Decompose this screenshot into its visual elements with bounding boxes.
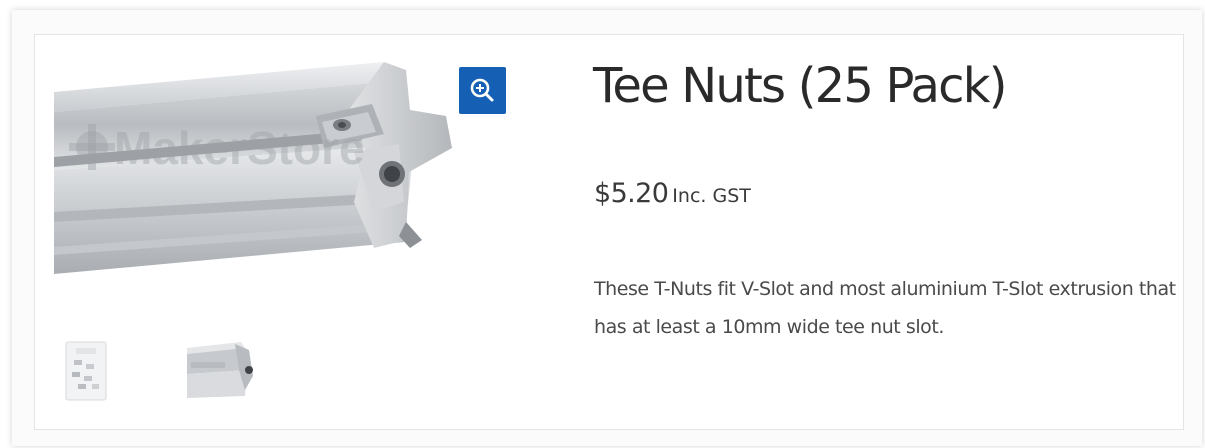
product-main-image[interactable]: MakerStore [54, 52, 509, 287]
tee-nuts-bag-image [65, 341, 107, 401]
thumbnail-tee-nuts-pack[interactable] [64, 340, 108, 402]
zoom-button[interactable] [459, 67, 506, 114]
price-amount: $5.20 [594, 178, 669, 209]
price-tax-suffix: Inc. GST [672, 185, 751, 207]
product-title: Tee Nuts (25 Pack) [593, 58, 1007, 114]
zoom-in-icon [470, 78, 494, 102]
watermark-text: MakerStore [114, 122, 365, 174]
thumbnail-extrusion[interactable] [187, 340, 255, 402]
product-short-description: These T-Nuts fit V-Slot and most alumini… [594, 278, 1176, 338]
extrusion-illustration: MakerStore [54, 62, 452, 274]
product-price: $5.20 Inc. GST [594, 178, 751, 209]
extrusion-thumbnail-image [187, 342, 253, 398]
